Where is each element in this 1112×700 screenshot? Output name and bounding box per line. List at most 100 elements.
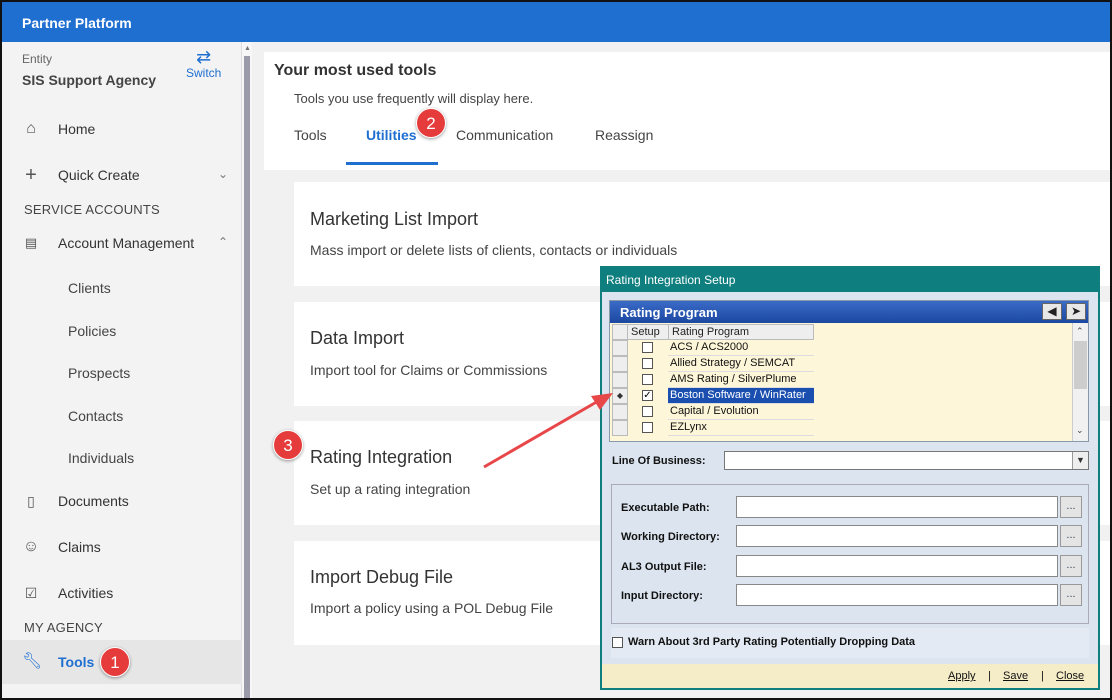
- apply-button[interactable]: Apply: [948, 670, 976, 682]
- close-button[interactable]: Close: [1056, 670, 1084, 682]
- row-selector[interactable]: [612, 372, 628, 388]
- line-of-business-label: Line Of Business:: [612, 455, 706, 467]
- rating-program-cell[interactable]: ACS / ACS2000: [668, 340, 814, 356]
- column-header-rating-program[interactable]: Rating Program: [668, 324, 814, 340]
- switch-entity-button[interactable]: ⇄ Switch: [186, 48, 221, 80]
- paths-group: Executable Path: ... Working Directory: …: [611, 484, 1089, 624]
- rating-program-cell[interactable]: AMS Rating / SilverPlume: [668, 372, 814, 388]
- sidebar-item-label: Claims: [58, 539, 101, 555]
- al3-output-file-label: AL3 Output File:: [621, 561, 707, 573]
- grid-scrollbar[interactable]: ⌃ ⌄: [1072, 323, 1088, 441]
- sidebar-item-account-management[interactable]: ▤ Account Management ⌃: [2, 223, 242, 263]
- row-selector[interactable]: [612, 404, 628, 420]
- sidebar-item-policies[interactable]: Policies: [68, 323, 116, 339]
- rating-program-cell[interactable]: Capital / Evolution: [668, 404, 814, 420]
- active-tab-indicator: [346, 162, 438, 165]
- setup-checkbox[interactable]: [642, 342, 653, 353]
- row-selector[interactable]: [612, 356, 628, 372]
- card-description: Mass import or delete lists of clients, …: [310, 242, 678, 258]
- scrollbar-thumb[interactable]: [1074, 341, 1087, 389]
- document-icon: ▯: [27, 493, 35, 509]
- working-directory-label: Working Directory:: [621, 531, 720, 543]
- row-selector[interactable]: [612, 340, 628, 356]
- switch-label: Switch: [186, 66, 222, 80]
- arrow-left-icon: ◀: [1047, 304, 1057, 318]
- arrow-right-icon: ➤: [1070, 304, 1082, 318]
- row-selector[interactable]: [612, 420, 628, 436]
- warn-checkbox[interactable]: [612, 637, 623, 648]
- card-description: Set up a rating integration: [310, 481, 471, 497]
- sidebar-item-quick-create[interactable]: + Quick Create ⌄: [2, 155, 242, 195]
- working-directory-input[interactable]: [736, 525, 1058, 547]
- tab-tools[interactable]: Tools: [294, 127, 327, 143]
- browse-input-directory-button[interactable]: ...: [1060, 584, 1082, 606]
- executable-path-input[interactable]: [736, 496, 1058, 518]
- sidebar-item-individuals[interactable]: Individuals: [68, 450, 134, 466]
- tab-reassign[interactable]: Reassign: [595, 127, 653, 143]
- sidebar-item-label: Quick Create: [58, 167, 140, 183]
- plus-icon: +: [25, 164, 37, 186]
- page-title: Your most used tools: [274, 62, 437, 79]
- checkbox-icon: ☑: [24, 585, 38, 601]
- swap-arrows-icon: ⇄: [196, 47, 212, 67]
- id-card-icon: ▤: [24, 235, 38, 250]
- window-frame: Partner Platform Entity SIS Support Agen…: [0, 0, 1112, 700]
- setup-checkbox[interactable]: [642, 406, 653, 417]
- card-title: Rating Integration: [310, 447, 453, 467]
- page-subtitle: Tools you use frequently will display he…: [294, 91, 534, 106]
- sidebar-item-home[interactable]: ⌂ Home: [2, 109, 242, 149]
- sidebar-scrollbar[interactable]: ▲: [242, 42, 252, 698]
- tab-utilities[interactable]: Utilities: [366, 127, 417, 143]
- scroll-up-icon[interactable]: ⌃: [1076, 326, 1084, 337]
- person-icon: ☺: [22, 538, 40, 555]
- card-title: Import Debug File: [310, 567, 454, 587]
- scroll-down-icon[interactable]: ⌄: [1076, 425, 1084, 436]
- rating-program-panel: Rating Program ◀ ➤ Setup Rating Program …: [609, 300, 1089, 442]
- chevron-up-icon: ⌃: [217, 235, 228, 249]
- warn-checkbox-label[interactable]: Warn About 3rd Party Rating Potentially …: [628, 636, 915, 648]
- setup-checkbox[interactable]: [642, 422, 653, 433]
- app-title: Partner Platform: [22, 15, 132, 31]
- setup-checkbox[interactable]: ✓: [642, 390, 653, 401]
- sidebar-item-label: Tools: [58, 654, 95, 670]
- separator: |: [988, 670, 991, 682]
- scrollbar-thumb[interactable]: [244, 56, 250, 698]
- tools-header: Your most used tools Tools you use frequ…: [264, 52, 1110, 170]
- tab-communication[interactable]: Communication: [456, 127, 553, 143]
- sidebar-item-activities[interactable]: ☑ Activities: [2, 573, 242, 613]
- section-heading-my-agency: MY AGENCY: [24, 620, 103, 635]
- wrench-icon: 🔧︎: [22, 653, 43, 670]
- grid-corner: [612, 324, 628, 340]
- rating-program-cell[interactable]: Boston Software / WinRater: [668, 388, 814, 404]
- dialog-title: Rating Integration Setup: [602, 268, 1098, 292]
- sidebar-item-clients[interactable]: Clients: [68, 280, 111, 296]
- column-header-setup[interactable]: Setup: [627, 324, 669, 340]
- al3-output-file-input[interactable]: [736, 555, 1058, 577]
- sidebar-item-prospects[interactable]: Prospects: [68, 365, 130, 381]
- sidebar-item-label: Activities: [58, 585, 114, 601]
- prev-arrow-button[interactable]: ◀: [1042, 303, 1062, 320]
- browse-al3-output-button[interactable]: ...: [1060, 555, 1082, 577]
- rating-program-header: Rating Program: [610, 301, 1088, 323]
- next-arrow-button[interactable]: ➤: [1066, 303, 1086, 320]
- dialog-footer: Apply | Save | Close: [602, 664, 1098, 688]
- card-title: Marketing List Import: [310, 209, 479, 229]
- input-directory-input[interactable]: [736, 584, 1058, 606]
- dropdown-arrow-icon[interactable]: ▼: [1072, 452, 1088, 469]
- step-badge-1: 1: [100, 647, 130, 677]
- sidebar-item-contacts[interactable]: Contacts: [68, 408, 123, 424]
- entity-label: Entity: [22, 52, 53, 66]
- separator: |: [1041, 670, 1044, 682]
- sidebar-item-claims[interactable]: ☺ Claims: [2, 527, 242, 567]
- setup-checkbox[interactable]: [642, 358, 653, 369]
- line-of-business-select[interactable]: ▼: [724, 451, 1089, 470]
- sidebar-item-documents[interactable]: ▯ Documents: [2, 481, 242, 521]
- row-selector-current[interactable]: ◆: [612, 388, 628, 404]
- rating-program-cell[interactable]: Allied Strategy / SEMCAT: [668, 356, 814, 372]
- save-button[interactable]: Save: [1003, 670, 1028, 682]
- card-description: Import tool for Claims or Commissions: [310, 362, 548, 378]
- browse-executable-button[interactable]: ...: [1060, 496, 1082, 518]
- setup-checkbox[interactable]: [642, 374, 653, 385]
- rating-program-cell[interactable]: EZLynx: [668, 420, 814, 436]
- browse-working-directory-button[interactable]: ...: [1060, 525, 1082, 547]
